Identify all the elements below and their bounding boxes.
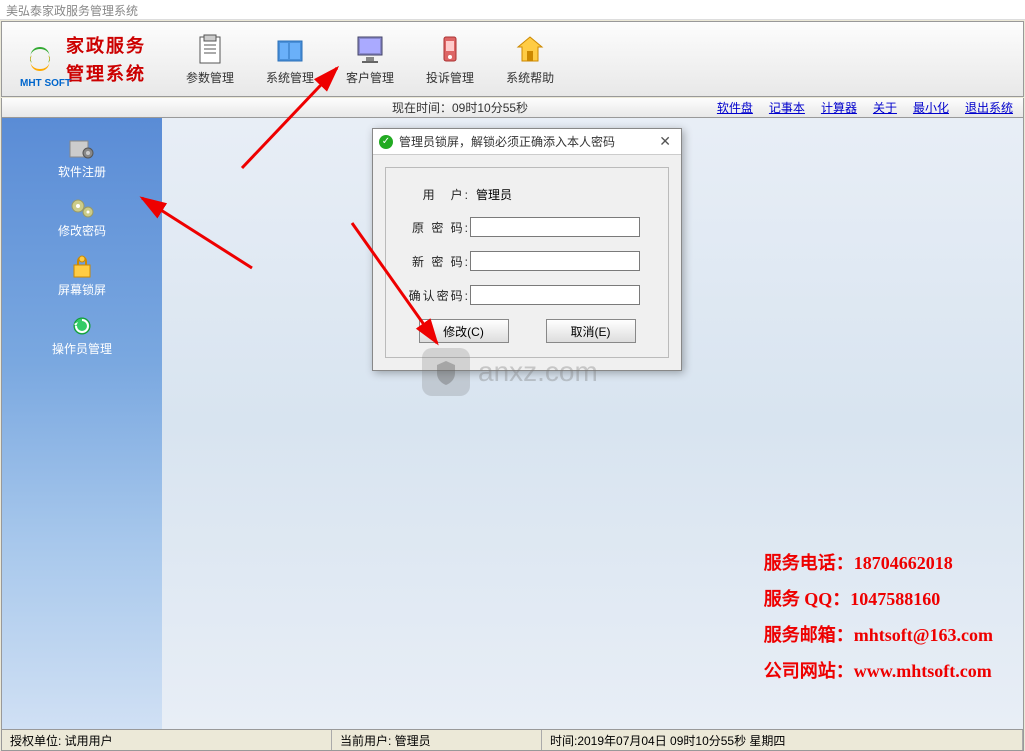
gears-icon — [68, 196, 96, 220]
content-area: ✓ 管理员锁屏，解锁必须正确添入本人密码 ✕ 用 户: 管理员 原 密 码: 新… — [162, 118, 1023, 729]
user-label: 用 户: — [400, 186, 470, 203]
contact-qq: 服务 QQ：1047588160 — [764, 581, 993, 617]
toolbar-label: 系统帮助 — [506, 69, 554, 86]
dialog-title-text: 管理员锁屏，解锁必须正确添入本人密码 — [399, 133, 615, 150]
toolbar-customer-mgmt[interactable]: 客户管理 — [336, 29, 404, 90]
new-password-label: 新 密 码: — [400, 253, 470, 270]
old-password-label: 原 密 码: — [400, 219, 470, 236]
close-icon[interactable]: ✕ — [655, 133, 675, 150]
sidebar-label: 操作员管理 — [52, 340, 112, 357]
dialog-body: 用 户: 管理员 原 密 码: 新 密 码: 确认密码: — [373, 155, 681, 370]
sidebar-register[interactable]: 软件注册 — [54, 133, 110, 184]
old-password-input[interactable] — [470, 217, 640, 237]
monitor-icon — [354, 33, 386, 65]
link-calculator[interactable]: 计算器 — [821, 99, 857, 116]
logo-line2: 管理系统 — [66, 60, 146, 86]
register-icon — [68, 137, 96, 161]
main-toolbar: 家政服务 管理系统 MHT SOFT 参数管理 系统管理 客户管理 投诉管理 系… — [1, 21, 1024, 97]
info-bar: 现在时间：09时10分55秒 软件盘 记事本 计算器 关于 最小化 退出系统 — [1, 98, 1024, 118]
sidebar-lock-screen[interactable]: 屏幕锁屏 — [54, 251, 110, 302]
new-password-input[interactable] — [470, 251, 640, 271]
phone-icon — [434, 33, 466, 65]
confirm-password-input[interactable] — [470, 285, 640, 305]
contact-phone: 服务电话：18704662018 — [764, 545, 993, 581]
toolbar-label: 参数管理 — [186, 69, 234, 86]
cancel-button[interactable]: 取消(E) — [546, 319, 636, 343]
link-notepad[interactable]: 记事本 — [769, 99, 805, 116]
dialog-titlebar: ✓ 管理员锁屏，解锁必须正确添入本人密码 ✕ — [373, 129, 681, 155]
link-softdisk[interactable]: 软件盘 — [717, 99, 753, 116]
sidebar: 软件注册 修改密码 屏幕锁屏 操作员管理 — [2, 118, 162, 729]
modify-button[interactable]: 修改(C) — [419, 319, 509, 343]
sidebar-label: 屏幕锁屏 — [58, 281, 106, 298]
status-bar: 授权单位: 试用用户 当前用户: 管理员 时间:2019年07月04日 09时1… — [1, 729, 1024, 751]
clipboard-icon — [194, 33, 226, 65]
toolbar-param-mgmt[interactable]: 参数管理 — [176, 29, 244, 90]
toolbar-label: 投诉管理 — [426, 69, 474, 86]
home-icon — [514, 33, 546, 65]
sidebar-change-password[interactable]: 修改密码 — [54, 192, 110, 243]
toolbar-items: 参数管理 系统管理 客户管理 投诉管理 系统帮助 — [176, 29, 564, 90]
logo-subtitle: MHT SOFT — [20, 78, 71, 89]
refresh-icon — [68, 314, 96, 338]
logo-icon — [22, 41, 58, 77]
check-icon: ✓ — [379, 135, 393, 149]
status-user: 当前用户: 管理员 — [332, 730, 542, 750]
password-dialog: ✓ 管理员锁屏，解锁必须正确添入本人密码 ✕ 用 户: 管理员 原 密 码: 新… — [372, 128, 682, 371]
link-minimize[interactable]: 最小化 — [913, 99, 949, 116]
contact-email: 服务邮箱：mhtsoft@163.com — [764, 617, 993, 653]
contact-info: 服务电话：18704662018 服务 QQ：1047588160 服务邮箱：m… — [764, 545, 993, 689]
window-title: 美弘泰家政服务管理系统 — [0, 0, 1025, 20]
toolbar-label: 客户管理 — [346, 69, 394, 86]
user-value: 管理员 — [470, 186, 512, 203]
sidebar-label: 修改密码 — [58, 222, 106, 239]
current-time: 现在时间：09时10分55秒 — [392, 99, 528, 116]
logo-line1: 家政服务 — [66, 32, 146, 58]
sidebar-operator-mgmt[interactable]: 操作员管理 — [48, 310, 116, 361]
status-license: 授权单位: 试用用户 — [2, 730, 332, 750]
main-area: 软件注册 修改密码 屏幕锁屏 操作员管理 ✓ 管理员锁屏，解锁必须正确添入本人密… — [1, 118, 1024, 729]
toolbar-help[interactable]: 系统帮助 — [496, 29, 564, 90]
confirm-password-label: 确认密码: — [400, 287, 470, 304]
contact-site: 公司网站：www.mhtsoft.com — [764, 653, 993, 689]
sidebar-label: 软件注册 — [58, 163, 106, 180]
toolbar-label: 系统管理 — [266, 69, 314, 86]
folder-icon — [274, 33, 306, 65]
toolbar-complaint-mgmt[interactable]: 投诉管理 — [416, 29, 484, 90]
status-time: 时间:2019年07月04日 09时10分55秒 星期四 — [542, 730, 1023, 750]
dialog-inner: 用 户: 管理员 原 密 码: 新 密 码: 确认密码: — [385, 167, 669, 358]
toolbar-system-mgmt[interactable]: 系统管理 — [256, 29, 324, 90]
link-exit[interactable]: 退出系统 — [965, 99, 1013, 116]
lock-icon — [68, 255, 96, 279]
link-about[interactable]: 关于 — [873, 99, 897, 116]
